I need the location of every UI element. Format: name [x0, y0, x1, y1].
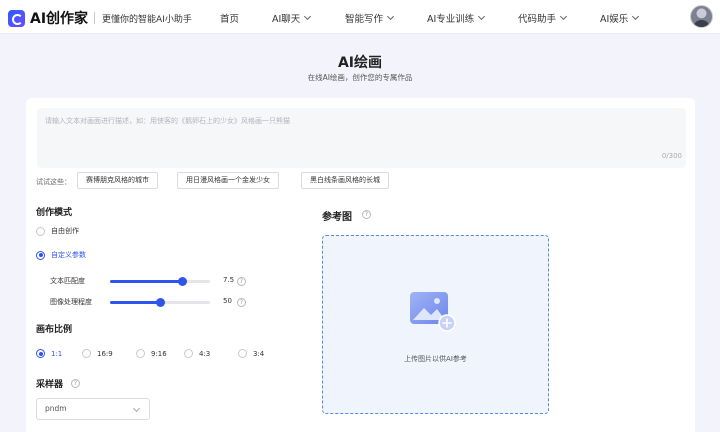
char-counter: 0/300 — [661, 152, 682, 160]
drawing-form-card: 0/300 试试这些： 赛博朋克风格的城市 用日漫风格画一个金发少女 黑白线条画… — [26, 98, 695, 432]
ratio-option-1-1[interactable]: 1:1 — [36, 349, 62, 358]
prompt-input[interactable] — [37, 108, 686, 168]
chevron-down-icon — [386, 12, 395, 21]
ratio-option-16-9[interactable]: 16:9 — [82, 349, 113, 358]
upload-hint: 上传图片以供AI参考 — [404, 355, 467, 363]
reference-title-text: 参考图 — [322, 212, 352, 223]
chevron-down-icon — [632, 12, 640, 21]
image-strength-label: 图像处理程度 — [50, 298, 92, 306]
radio-icon — [184, 349, 193, 358]
nav-label: AI娱乐 — [600, 14, 629, 25]
mode-option-free[interactable]: 自由创作 — [36, 226, 79, 236]
radio-selected-icon — [36, 349, 45, 358]
radio-label: 3:4 — [253, 349, 265, 358]
radio-icon — [36, 226, 45, 236]
reference-title: 参考图 — [322, 208, 352, 223]
chevron-down-icon — [132, 404, 141, 413]
radio-icon — [136, 349, 145, 358]
radio-label: 1:1 — [51, 349, 63, 358]
top-navbar: AI创作家 更懂你的智能AI小助手 首页 AI聊天 智能写作 AI专业训练 代码… — [0, 0, 720, 34]
chevron-down-icon — [559, 12, 568, 21]
suggestion-chip[interactable]: 用日漫风格画一个金发少女 — [177, 172, 279, 189]
chevron-down-icon — [478, 12, 486, 21]
radio-label: 9:16 — [151, 349, 167, 358]
text-match-value: 7.5 — [223, 276, 235, 284]
suggestion-chip[interactable]: 赛博朋克风格的城市 — [77, 172, 158, 189]
radio-selected-icon — [36, 250, 45, 260]
nav-label: AI专业训练 — [427, 14, 475, 25]
nav-ai-entertainment[interactable]: AI娱乐 — [600, 11, 640, 25]
page-subtitle: 在线AI绘画，创作您的专属作品 — [307, 73, 413, 82]
nav-label: 智能写作 — [345, 14, 384, 25]
logo-title: AI创作家 — [30, 11, 89, 27]
ratio-title: 画布比例 — [36, 325, 73, 335]
logo-divider — [94, 12, 96, 24]
ratio-option-4-3[interactable]: 4:3 — [184, 349, 210, 358]
slider-fill — [110, 301, 160, 304]
sampler-title: 采样器 — [36, 380, 64, 390]
radio-icon — [82, 349, 91, 358]
sampler-value: pndm — [45, 404, 67, 413]
try-these-label: 试试这些： — [36, 178, 71, 186]
nav-ai-training[interactable]: AI专业训练 — [427, 11, 486, 25]
logo-icon — [8, 9, 25, 27]
nav-label: AI聊天 — [272, 14, 301, 25]
slider-handle[interactable] — [177, 277, 187, 286]
ratio-option-9-16[interactable]: 9:16 — [136, 349, 167, 358]
mode-title: 创作模式 — [36, 208, 73, 218]
radio-label: 自由创作 — [51, 227, 79, 235]
radio-label: 自定义参数 — [51, 251, 86, 259]
suggestion-chip[interactable]: 黑白线条画风格的长城 — [301, 172, 389, 189]
reference-upload-area[interactable]: 上传图片以供AI参考 — [322, 235, 549, 414]
radio-label: 16:9 — [97, 349, 113, 358]
ratio-option-3-4[interactable]: 3:4 — [238, 349, 264, 358]
sampler-select[interactable]: pndm — [36, 398, 150, 420]
radio-label: 4:3 — [199, 349, 211, 358]
nav-home[interactable]: 首页 — [220, 11, 239, 25]
nav-label: 代码助手 — [518, 14, 557, 25]
radio-icon — [238, 349, 247, 358]
image-strength-value: 50 — [223, 297, 232, 305]
image-strength-slider[interactable] — [110, 298, 210, 307]
chevron-down-icon — [304, 12, 312, 21]
image-upload-icon — [410, 292, 456, 332]
nav-label: 首页 — [220, 14, 240, 25]
text-match-label: 文本匹配度 — [50, 277, 85, 285]
nav-ai-chat[interactable]: AI聊天 — [272, 11, 312, 25]
help-icon[interactable]: ? — [237, 277, 246, 286]
user-avatar[interactable] — [690, 5, 713, 28]
logo[interactable]: AI创作家 更懂你的智能AI小助手 — [8, 8, 192, 28]
help-icon[interactable]: ? — [362, 210, 371, 219]
text-match-slider[interactable] — [110, 277, 210, 286]
nav-smart-writing[interactable]: 智能写作 — [345, 11, 395, 25]
page-title: AI绘画 — [337, 55, 383, 71]
help-icon[interactable]: ? — [71, 379, 80, 388]
slider-handle[interactable] — [155, 298, 165, 307]
mode-option-custom[interactable]: 自定义参数 — [36, 250, 86, 260]
nav-code-assistant[interactable]: 代码助手 — [518, 11, 568, 25]
help-icon[interactable]: ? — [237, 298, 246, 307]
logo-slogan: 更懂你的智能AI小助手 — [102, 14, 192, 25]
slider-fill — [110, 280, 182, 283]
